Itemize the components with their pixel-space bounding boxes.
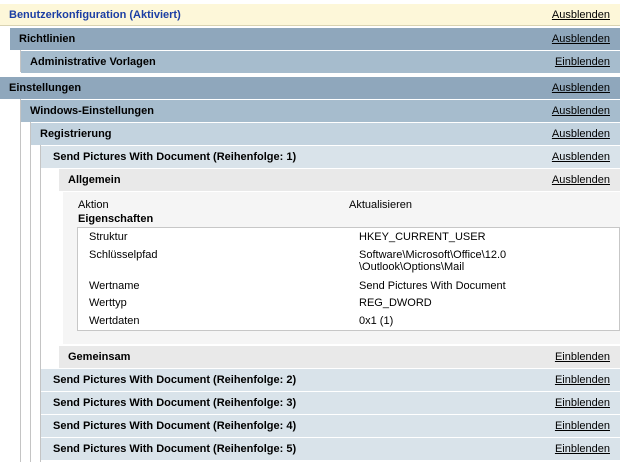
section-title: Allgemein <box>68 174 121 186</box>
einblenden-link[interactable]: Einblenden <box>555 351 610 363</box>
aktion-value: Aktualisieren <box>349 199 412 211</box>
tree-guide-line <box>30 121 31 462</box>
section-benutzerkonfiguration: Benutzerkonfiguration (Aktiviert) Ausble… <box>0 4 620 26</box>
section-send-pictures-5: Send Pictures With Document (Reihenfolge… <box>41 438 620 460</box>
section-send-pictures-4: Send Pictures With Document (Reihenfolge… <box>41 415 620 437</box>
einblenden-link[interactable]: Einblenden <box>555 420 610 432</box>
einblenden-link[interactable]: Einblenden <box>555 397 610 409</box>
section-allgemein: Allgemein Ausblenden <box>59 169 620 191</box>
einblenden-link[interactable]: Einblenden <box>555 56 610 68</box>
section-title: Send Pictures With Document (Reihenfolge… <box>53 374 297 386</box>
section-title: Send Pictures With Document (Reihenfolge… <box>53 420 297 432</box>
prop-value: Send Pictures With Document <box>359 280 506 292</box>
section-title: Richtlinien <box>19 33 76 45</box>
section-title: Send Pictures With Document (Reihenfolge… <box>53 443 297 455</box>
section-richtlinien: Richtlinien Ausblenden <box>10 28 620 50</box>
section-title: Send Pictures With Document (Reihenfolge… <box>53 151 297 163</box>
section-title: Einstellungen <box>9 82 82 94</box>
section-send-pictures-1: Send Pictures With Document (Reihenfolge… <box>41 146 620 168</box>
section-registrierung: Registrierung Ausblenden <box>31 123 620 145</box>
tree-guide-line <box>20 98 21 462</box>
prop-value: REG_DWORD <box>359 297 432 309</box>
properties-table: Struktur HKEY_CURRENT_USER Schlüsselpfad… <box>77 227 620 331</box>
prop-value: HKEY_CURRENT_USER <box>359 231 486 243</box>
prop-key: Struktur <box>89 231 128 243</box>
section-title: Benutzerkonfiguration (Aktiviert) <box>9 9 181 21</box>
prop-key: Schlüsselpfad <box>89 249 158 261</box>
ausblenden-link[interactable]: Ausblenden <box>552 82 610 94</box>
section-einstellungen: Einstellungen Ausblenden <box>0 77 620 99</box>
prop-key: Wertdaten <box>89 315 140 327</box>
prop-value-continued: \Outlook\Options\Mail <box>359 261 465 273</box>
prop-value: Software\Microsoft\Office\12.0 <box>359 249 507 261</box>
ausblenden-link[interactable]: Ausblenden <box>552 174 610 186</box>
section-administrative-vorlagen: Administrative Vorlagen Einblenden <box>21 51 620 73</box>
section-gemeinsam: Gemeinsam Einblenden <box>59 346 620 368</box>
section-send-pictures-2: Send Pictures With Document (Reihenfolge… <box>41 369 620 391</box>
aktion-label: Aktion <box>78 199 109 211</box>
section-title: Administrative Vorlagen <box>30 56 156 68</box>
ausblenden-link[interactable]: Ausblenden <box>552 33 610 45</box>
section-title: Send Pictures With Document (Reihenfolge… <box>53 397 297 409</box>
section-windows-einstellungen: Windows-Einstellungen Ausblenden <box>21 100 620 122</box>
prop-value: 0x1 (1) <box>359 315 394 327</box>
eigenschaften-heading: Eigenschaften <box>78 213 154 225</box>
section-send-pictures-3: Send Pictures With Document (Reihenfolge… <box>41 392 620 414</box>
prop-key: Wertname <box>89 280 140 292</box>
ausblenden-link[interactable]: Ausblenden <box>552 9 610 21</box>
section-title: Registrierung <box>40 128 112 140</box>
einblenden-link[interactable]: Einblenden <box>555 374 610 386</box>
prop-key: Werttyp <box>89 297 127 309</box>
einblenden-link[interactable]: Einblenden <box>555 443 610 455</box>
section-title: Windows-Einstellungen <box>30 105 154 117</box>
ausblenden-link[interactable]: Ausblenden <box>552 151 610 163</box>
section-title: Gemeinsam <box>68 351 131 363</box>
ausblenden-link[interactable]: Ausblenden <box>552 128 610 140</box>
ausblenden-link[interactable]: Ausblenden <box>552 105 610 117</box>
